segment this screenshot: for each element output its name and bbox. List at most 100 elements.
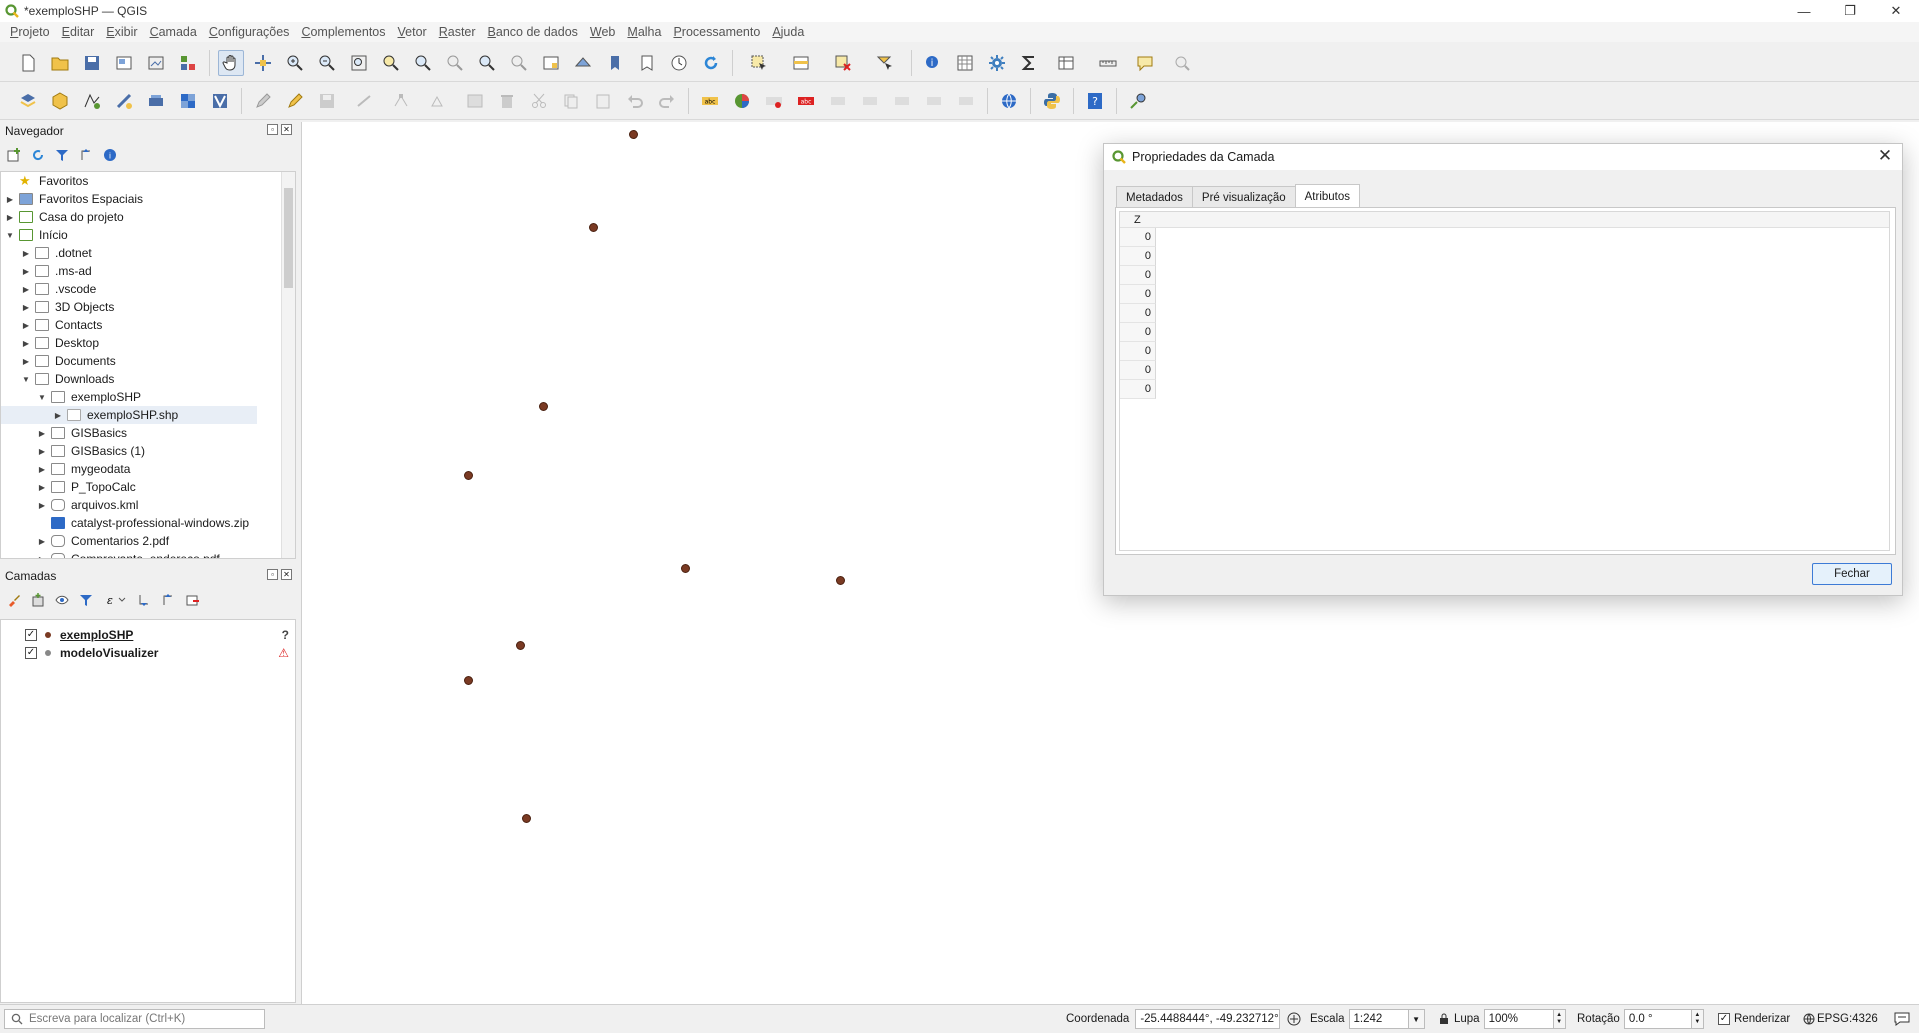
expand-all-button[interactable] (136, 592, 152, 608)
map-tips-button[interactable] (1132, 50, 1158, 76)
crs-button[interactable]: EPSG:4326 (1803, 1009, 1878, 1029)
chevron-right-icon[interactable]: ▶ (37, 555, 47, 559)
processing-toolbox-button[interactable] (984, 50, 1010, 76)
menu-processamento[interactable]: Processamento (673, 25, 760, 39)
tree-item[interactable]: ▶ Documents (1, 352, 295, 370)
table-row[interactable]: 0 (1120, 361, 1156, 380)
toggle-labels-button[interactable]: abc (793, 88, 819, 114)
properties-widget-button[interactable]: i (102, 147, 118, 163)
digitize-button[interactable] (346, 88, 382, 114)
new-map-view-button[interactable] (538, 50, 564, 76)
close-panel-icon[interactable]: ✕ (281, 569, 292, 580)
new-temporary-layer-button[interactable] (143, 88, 169, 114)
statistical-summary-button[interactable] (1016, 50, 1042, 76)
map-point-feature[interactable] (522, 814, 532, 824)
map-point-feature[interactable] (680, 563, 690, 573)
menu-exibir[interactable]: Exibir (106, 25, 137, 39)
scale-dropdown-button[interactable]: ▼ (1408, 1009, 1425, 1029)
chevron-down-icon[interactable]: ▼ (37, 393, 47, 402)
delete-selected-button[interactable] (494, 88, 520, 114)
minimize-button[interactable]: — (1781, 0, 1827, 22)
current-edits-button[interactable] (250, 88, 276, 114)
modify-attributes-button[interactable] (420, 88, 456, 114)
scale-field[interactable]: 1:242 (1348, 1009, 1409, 1029)
style-manager-button[interactable] (175, 50, 201, 76)
copy-features-button[interactable] (558, 88, 584, 114)
locator-search-input[interactable]: Escreva para localizar (Ctrl+K) (4, 1009, 265, 1029)
undo-button[interactable] (622, 88, 648, 114)
style-panel-button[interactable] (6, 592, 22, 608)
zoom-to-selection-button[interactable] (378, 50, 404, 76)
select-features-button[interactable] (741, 50, 777, 76)
toggle-editing-button[interactable] (282, 88, 308, 114)
coordinate-field[interactable]: -25.4488444°, -49.232712° (1135, 1009, 1281, 1029)
menu-malha[interactable]: Malha (627, 25, 661, 39)
deselect-features-button[interactable] (825, 50, 861, 76)
vertex-tool-button[interactable] (388, 88, 414, 114)
zoom-full-button[interactable] (346, 50, 372, 76)
column-header-z[interactable]: Z (1134, 214, 1141, 226)
lock-icon[interactable] (1438, 1013, 1450, 1025)
float-panel-icon[interactable]: ▫ (267, 124, 278, 135)
warning-icon[interactable]: ⚠ (278, 646, 289, 660)
messages-button[interactable] (1894, 1009, 1910, 1029)
chevron-right-icon[interactable]: ▶ (53, 411, 63, 420)
locator-button[interactable] (1164, 50, 1200, 76)
menu-projeto[interactable]: Projeto (10, 25, 50, 39)
tree-item[interactable]: ▶ 3D Objects (1, 298, 295, 316)
tab-metadados[interactable]: Metadados (1116, 186, 1193, 208)
chevron-right-icon[interactable]: ▶ (37, 501, 47, 510)
tree-item[interactable]: ▶ .dotnet (1, 244, 295, 262)
menu-banco-de-dados[interactable]: Banco de dados (488, 25, 578, 39)
zoom-in-button[interactable] (282, 50, 308, 76)
open-project-button[interactable] (47, 50, 73, 76)
new-project-button[interactable] (15, 50, 41, 76)
menu-complementos[interactable]: Complementos (301, 25, 385, 39)
table-row[interactable]: 0 (1120, 285, 1156, 304)
add-group-button[interactable] (30, 592, 46, 608)
chevron-right-icon[interactable]: ▶ (37, 465, 47, 474)
zoom-out-button[interactable] (314, 50, 340, 76)
tree-item[interactable]: ★ Favoritos (1, 172, 295, 190)
pan-map-button[interactable] (218, 49, 244, 76)
filter-expression-button[interactable]: ε (102, 592, 128, 608)
remove-layer-button[interactable] (184, 592, 200, 608)
rotate-label-button[interactable] (921, 88, 947, 114)
tree-item[interactable]: ▼ exemploSHP (1, 388, 295, 406)
collapse-all-button[interactable] (78, 147, 94, 163)
tree-item[interactable]: ▶ Comprovante_endereco.pdf (1, 550, 295, 559)
layer-visibility-checkbox[interactable]: ✓ (25, 629, 37, 641)
paste-features-button[interactable] (590, 88, 616, 114)
scrollbar-thumb[interactable] (284, 188, 293, 288)
table-row[interactable]: 0 (1120, 266, 1156, 285)
tree-item[interactable]: ▶ Desktop (1, 334, 295, 352)
highlight-pinned-labels-button[interactable] (761, 88, 787, 114)
chevron-right-icon[interactable]: ▶ (21, 303, 31, 312)
refresh-navigator-button[interactable] (30, 147, 46, 163)
close-panel-icon[interactable]: ✕ (281, 124, 292, 135)
menu-configuracoes[interactable]: Configurações (209, 25, 290, 39)
temporal-controller-button[interactable] (666, 50, 692, 76)
map-point-feature[interactable] (836, 576, 846, 586)
zoom-last-button[interactable] (474, 50, 500, 76)
render-checkbox[interactable]: ✓ (1718, 1013, 1730, 1025)
table-row[interactable]: 0 (1120, 304, 1156, 323)
menu-editar[interactable]: Editar (62, 25, 95, 39)
navigator-scrollbar[interactable] (281, 172, 295, 558)
refresh-button[interactable] (698, 50, 724, 76)
show-bookmarks-button[interactable] (634, 50, 660, 76)
data-source-manager-button[interactable] (15, 88, 41, 114)
extents-toggle-icon[interactable] (1286, 1011, 1302, 1027)
maximize-button[interactable]: ❐ (1827, 0, 1873, 22)
tab-atributos[interactable]: Atributos (1294, 184, 1361, 208)
chevron-right-icon[interactable]: ▶ (21, 285, 31, 294)
change-label-button[interactable] (953, 88, 979, 114)
layer-row-exemploshp[interactable]: ✓ exemploSHP ? (1, 626, 295, 644)
menu-camada[interactable]: Camada (150, 25, 197, 39)
pan-to-selection-button[interactable] (250, 50, 276, 76)
tab-pre-visualizacao[interactable]: Pré visualização (1191, 186, 1296, 208)
zoom-next-button[interactable] (506, 50, 532, 76)
rotation-spinner[interactable]: ▲ ▼ (1691, 1009, 1704, 1029)
tree-item[interactable]: ▶ Comentarios 2.pdf (1, 532, 295, 550)
zoom-to-layer-button[interactable] (410, 50, 436, 76)
